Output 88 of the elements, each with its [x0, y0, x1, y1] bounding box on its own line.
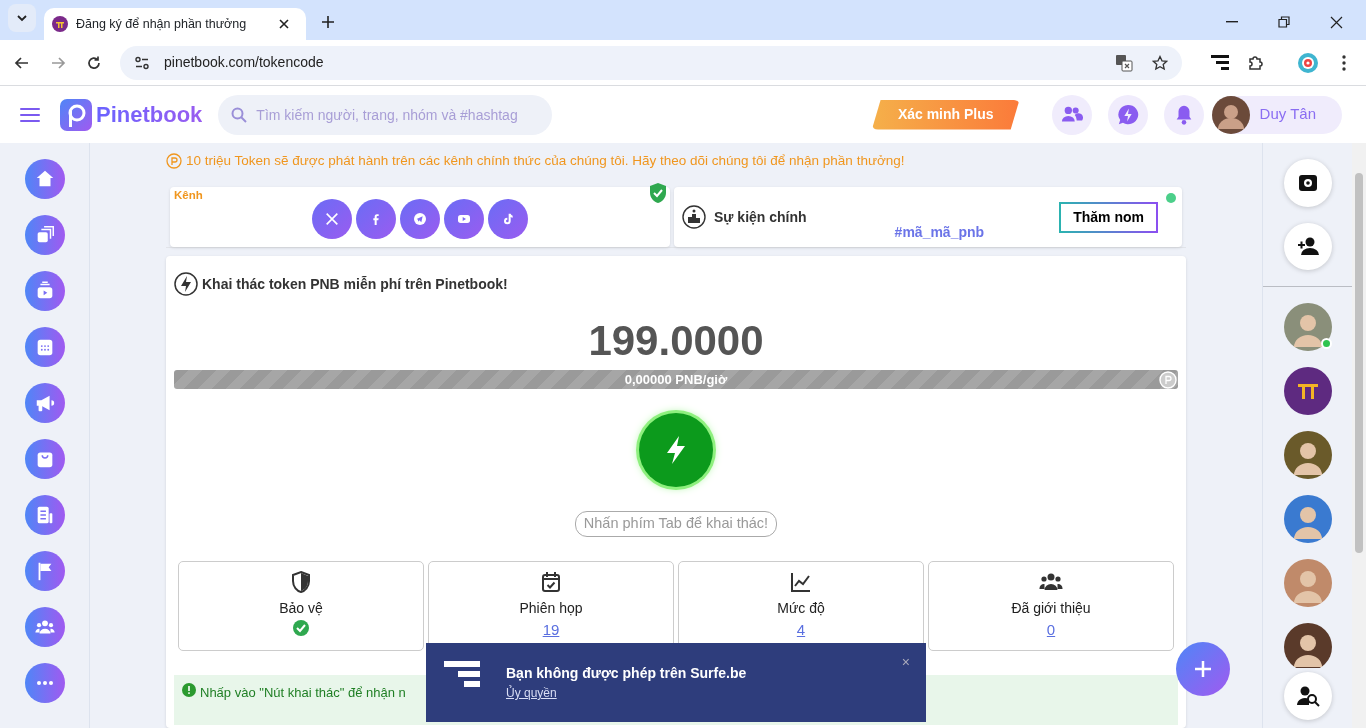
star-icon: [1152, 54, 1168, 71]
stat-label: Phiên họp: [519, 599, 583, 618]
settings-button[interactable]: [1283, 159, 1332, 207]
stacked-bars-icon: [1211, 54, 1229, 71]
lightning-bubble-icon: [1116, 103, 1139, 126]
x-social-button[interactable]: [312, 198, 352, 239]
sidebar-item[interactable]: [24, 215, 65, 255]
add-user-icon: [1295, 236, 1320, 257]
add-friend-button[interactable]: [1283, 222, 1332, 271]
visit-button[interactable]: Thăm nom: [1059, 201, 1158, 233]
plus-icon: [321, 15, 335, 29]
close-button[interactable]: ×: [901, 655, 910, 669]
info-text: Nhấp vào "Nút khai thác" để nhận n: [200, 684, 406, 702]
sidebar-item[interactable]: [24, 383, 65, 423]
shield-icon: [289, 570, 313, 594]
stat-label: Bảo vệ: [279, 599, 323, 618]
token-balance: 199.0000: [587, 320, 765, 363]
restore-icon: [1278, 16, 1290, 28]
announcement-text: 10 triệu Token sẽ được phát hành trên các kênh chính thức của chúng tôi. Hãy theo dõi chúng tôi để nhận phần thưởng!: [186, 152, 905, 170]
scrollbar[interactable]: [1352, 143, 1366, 728]
more-vertical-icon: [1342, 54, 1346, 71]
translate-icon: [1115, 53, 1133, 72]
x-logo-icon: [324, 210, 340, 227]
search-icon: [231, 106, 248, 123]
stat-value[interactable]: 0: [1046, 619, 1056, 642]
close-icon: [1329, 15, 1343, 29]
create-button[interactable]: [1176, 642, 1230, 696]
contact-avatar[interactable]: [1283, 495, 1332, 544]
calendar-check-icon: [539, 570, 563, 594]
back-arrow-icon: [14, 54, 30, 71]
sidebar-item[interactable]: [24, 495, 65, 535]
puzzle-icon: [1247, 53, 1265, 72]
youtube-button[interactable]: [444, 198, 484, 239]
find-people-button[interactable]: [1283, 672, 1332, 720]
facebook-button[interactable]: [356, 198, 396, 239]
stat-label: Mức độ: [777, 599, 825, 618]
logo-icon: [60, 98, 92, 131]
search-user-icon: [1295, 685, 1320, 707]
tiktok-button[interactable]: [488, 198, 528, 239]
sidebar-item[interactable]: [24, 327, 65, 367]
mine-button[interactable]: [639, 413, 713, 488]
user-profile-button[interactable]: Duy Tân: [1211, 95, 1342, 134]
event-title: Sự kiện chính: [714, 207, 807, 227]
sidebar-item[interactable]: [24, 607, 65, 647]
stat-value[interactable]: 19: [542, 619, 560, 642]
sidebar-item[interactable]: [24, 551, 65, 591]
telegram-button[interactable]: [400, 198, 440, 239]
lightning-circle-icon: [174, 272, 198, 297]
browser-tab[interactable]: Đăng ký để nhận phần thưởng: [44, 8, 306, 40]
favicon-icon: [52, 16, 68, 32]
reload-icon: [86, 54, 102, 71]
line-chart-icon: [789, 570, 813, 594]
toast-message: Bạn không được phép trên Surfe.be: [506, 664, 748, 683]
mining-rate-text: 0,00000 PNB/giờ: [624, 371, 728, 389]
sidebar-item[interactable]: [24, 271, 65, 311]
podium-icon: [682, 205, 706, 230]
minimize-icon: [1226, 21, 1238, 23]
contact-avatar[interactable]: [1283, 367, 1332, 416]
forward-arrow-icon: [50, 54, 66, 71]
authorize-link[interactable]: Ủy quyền: [506, 684, 557, 702]
tab-title: Đăng ký để nhận phần thưởng: [76, 15, 248, 33]
sidebar-item[interactable]: [24, 159, 65, 199]
chevron-down-icon: [16, 12, 28, 24]
stacked-bars-icon: [442, 659, 482, 689]
stat-value[interactable]: 4: [796, 619, 806, 642]
sliders-icon: [134, 54, 150, 71]
mining-title: Khai thác token PNB miễn phí trên Pinetbook!: [202, 274, 508, 294]
avatar-icon: [1211, 95, 1250, 134]
check-circle-icon: [292, 619, 310, 637]
stat-label: Đã giới thiệu: [1011, 599, 1091, 618]
close-icon: [279, 19, 289, 29]
sidebar-item[interactable]: [24, 439, 65, 479]
channels-label: Kênh: [173, 188, 203, 204]
menu-icon: [20, 106, 40, 123]
coin-icon: [166, 153, 182, 170]
target-icon: [1298, 52, 1318, 73]
contact-avatar[interactable]: [1283, 623, 1332, 668]
tab-list-button[interactable]: [8, 4, 36, 32]
plus-icon: [1193, 659, 1213, 679]
contact-avatar[interactable]: [1283, 431, 1332, 480]
paper-plane-icon: [412, 210, 428, 227]
search-field[interactable]: Tìm kiếm người, trang, nhóm và #hashtag: [218, 94, 553, 135]
coin-icon: [1159, 370, 1177, 389]
sidebar-item[interactable]: [24, 663, 65, 703]
more-icon: [36, 681, 53, 685]
alert-circle-icon: [182, 683, 196, 697]
hint-text: Nhấn phím Tab để khai thác!: [574, 511, 778, 537]
hashtag-link[interactable]: #mã_mã_pnb: [894, 222, 985, 244]
